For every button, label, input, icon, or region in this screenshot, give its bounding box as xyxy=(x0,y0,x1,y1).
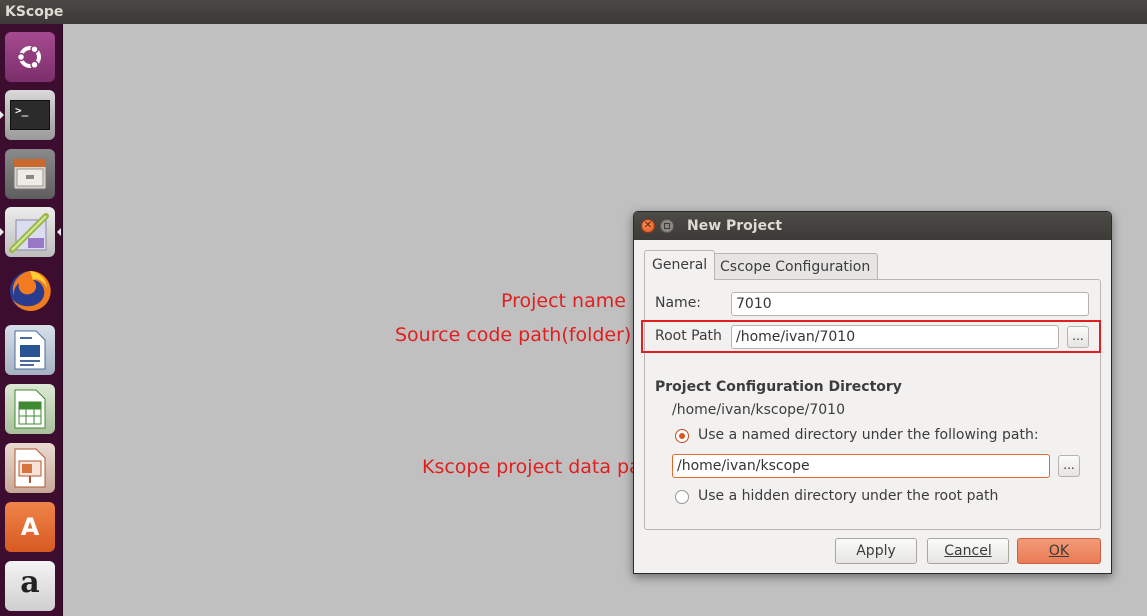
terminal-glyph: >_ xyxy=(10,100,50,130)
ok-button-label: OK xyxy=(1048,543,1070,559)
tab-cscope-configuration[interactable]: Cscope Configuration xyxy=(712,253,879,280)
ok-button[interactable]: OK xyxy=(1017,538,1101,564)
firefox-icon[interactable] xyxy=(5,266,55,316)
cancel-button-label: Cancel xyxy=(944,543,992,559)
cancel-button[interactable]: Cancel xyxy=(927,538,1009,564)
name-input[interactable] xyxy=(731,292,1089,316)
software-center-glyph: A xyxy=(20,513,40,541)
kscope-icon[interactable] xyxy=(5,207,55,257)
files-icon[interactable] xyxy=(5,149,55,199)
apply-button[interactable]: Apply xyxy=(835,538,917,564)
named-directory-input[interactable] xyxy=(672,454,1050,478)
software-center-icon[interactable]: A xyxy=(5,502,55,552)
annotation-data-path: Kscope project data path xyxy=(422,456,661,478)
new-project-dialog: ✕ New Project General Cscope Configurati… xyxy=(633,211,1112,574)
tab-general[interactable]: General xyxy=(644,250,716,280)
app-title: KScope xyxy=(5,4,64,20)
dialog-title: New Project xyxy=(687,218,783,234)
libreoffice-calc-icon[interactable] xyxy=(5,384,55,434)
named-directory-browse-button[interactable]: ... xyxy=(1058,455,1080,477)
radio-hidden-directory[interactable] xyxy=(675,490,689,504)
config-directory-heading: Project Configuration Directory xyxy=(655,379,902,395)
ubuntu-dash-icon[interactable] xyxy=(5,32,55,82)
radio-named-directory-label[interactable]: Use a named directory under the followin… xyxy=(698,427,1039,443)
config-directory-path: /home/ivan/kscope/7010 xyxy=(672,402,845,418)
root-path-highlight xyxy=(641,320,1101,353)
libreoffice-writer-icon[interactable] xyxy=(5,325,55,375)
libreoffice-impress-icon[interactable] xyxy=(5,443,55,493)
terminal-icon[interactable]: >_ xyxy=(5,90,55,140)
radio-named-directory[interactable] xyxy=(675,429,689,443)
radio-hidden-directory-label[interactable]: Use a hidden directory under the root pa… xyxy=(698,488,998,504)
annotation-project-name: Project name xyxy=(501,290,626,312)
launcher: >_ A a xyxy=(0,24,63,616)
amazon-glyph: a xyxy=(20,565,40,600)
amazon-icon[interactable]: a xyxy=(5,561,55,611)
dialog-titlebar: ✕ New Project xyxy=(634,212,1111,240)
close-icon[interactable]: ✕ xyxy=(641,219,655,233)
maximize-icon[interactable] xyxy=(660,219,674,233)
annotation-source-path: Source code path(folder) xyxy=(395,324,632,346)
top-panel: KScope xyxy=(0,0,1147,24)
name-label: Name: xyxy=(655,295,702,311)
